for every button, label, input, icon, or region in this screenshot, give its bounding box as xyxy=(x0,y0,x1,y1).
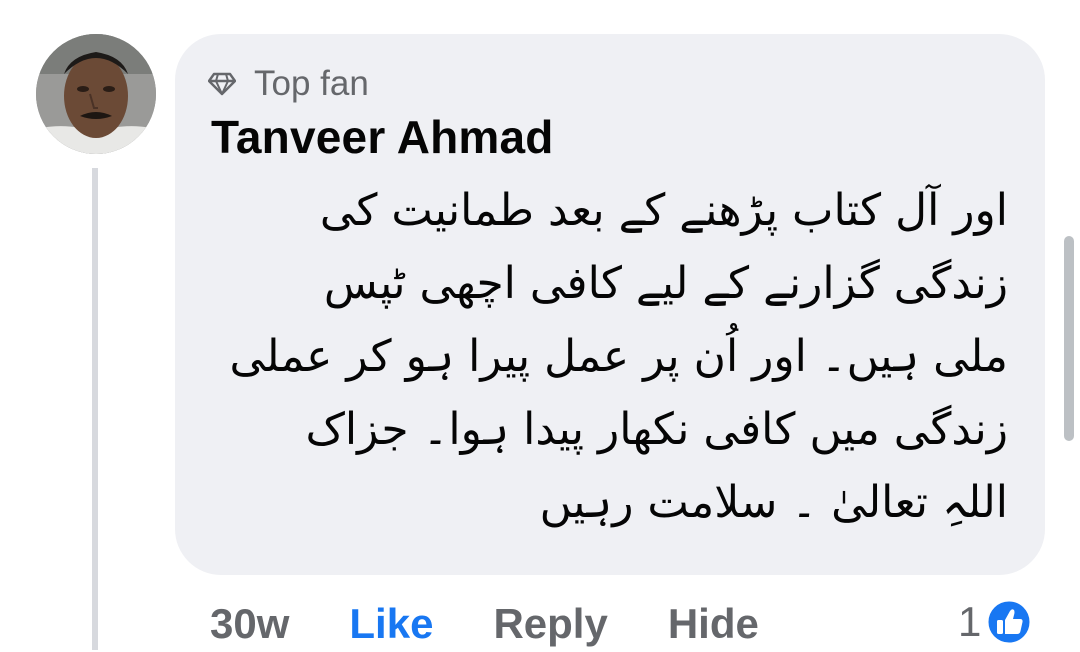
comment-actions: 30w Like Reply Hide xyxy=(210,596,759,652)
reaction-count: 1 xyxy=(958,598,982,645)
thread-line xyxy=(92,168,98,650)
reaction-summary[interactable]: 1 xyxy=(958,594,1033,650)
diamond-icon xyxy=(208,72,236,96)
comment-text: اور آل کتاب پڑھنے کے بعد طمانیت کی زندگی… xyxy=(229,185,1008,528)
badge-label: Top fan xyxy=(254,64,369,103)
like-button[interactable]: Like xyxy=(349,596,433,652)
hide-button[interactable]: Hide xyxy=(668,596,759,652)
author-name[interactable]: Tanveer Ahmad xyxy=(211,108,554,166)
timestamp[interactable]: 30w xyxy=(210,596,289,652)
avatar[interactable] xyxy=(36,34,156,154)
top-fan-badge: Top fan xyxy=(208,62,369,106)
scrollbar[interactable] xyxy=(1064,236,1074,441)
reply-button[interactable]: Reply xyxy=(493,596,607,652)
avatar-photo xyxy=(36,34,156,154)
thumbs-up-icon xyxy=(985,598,1033,646)
